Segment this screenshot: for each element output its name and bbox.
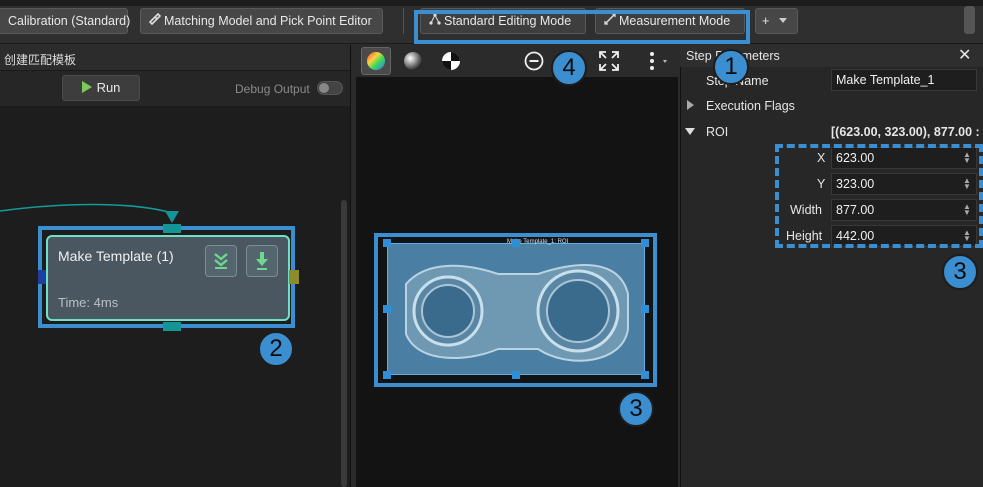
roi-handle-top-right[interactable]: [641, 239, 649, 247]
wrench-icon: [148, 9, 162, 33]
color-map-button[interactable]: [361, 47, 391, 75]
toolbar-separator: [403, 8, 404, 34]
roi-handle-left[interactable]: [383, 305, 391, 313]
node-time: Time: 4ms: [58, 295, 119, 310]
calibration-button[interactable]: Calibration (Standard): [0, 8, 131, 34]
node-input-port[interactable]: [163, 224, 181, 233]
callout-4: 4: [551, 50, 587, 86]
roi-handle-top[interactable]: [512, 239, 520, 247]
debug-output-label: Debug Output: [235, 82, 310, 96]
part-image: [405, 264, 629, 362]
expand-icon: [599, 51, 619, 71]
roi-handle-bottom[interactable]: [512, 371, 520, 379]
node-title: Make Template (1): [58, 248, 174, 264]
calibration-button-label: Calibration (Standard): [8, 14, 131, 28]
fit-to-screen-button[interactable]: [597, 49, 621, 73]
debug-output-toggle[interactable]: [317, 81, 343, 95]
download-icon: [256, 252, 268, 270]
roi-handle-bottom-right[interactable]: [641, 371, 649, 379]
run-button[interactable]: Run: [62, 75, 140, 101]
node-right-port[interactable]: [289, 270, 299, 284]
flow-panel-title: 创建匹配模板: [4, 53, 77, 67]
more-vertical-icon: [650, 52, 667, 70]
close-icon[interactable]: ✕: [958, 45, 971, 65]
node-left-port[interactable]: [38, 270, 46, 284]
grayscale-button[interactable]: [401, 49, 425, 73]
callout-3-viewer: 3: [618, 391, 654, 427]
node-output-port[interactable]: [163, 322, 181, 331]
callout-1: 1: [713, 49, 749, 85]
chevron-down-icon: [778, 18, 787, 23]
mode-buttons-highlight: [414, 10, 750, 44]
play-icon: [81, 81, 92, 93]
run-label: Run: [96, 80, 121, 95]
color-wheel-icon: [367, 52, 385, 70]
step-name-field[interactable]: Make Template_1: [831, 69, 977, 91]
callout-2: 2: [258, 331, 294, 367]
flow-panel-scrollbar[interactable]: [341, 200, 347, 487]
roi-label: ROI: [706, 125, 729, 139]
roi-fields-highlight: [775, 144, 983, 248]
expand-arrow-icon[interactable]: [687, 100, 694, 110]
grayscale-sphere-icon: [404, 52, 422, 70]
viewer-more-button[interactable]: [642, 49, 672, 73]
roi-rectangle[interactable]: [387, 243, 645, 375]
roi-handle-right[interactable]: [641, 305, 649, 313]
double-chevron-down-icon: [214, 253, 228, 269]
matching-model-editor-button[interactable]: Matching Model and Pick Point Editor: [140, 8, 383, 34]
contrast-button[interactable]: [439, 49, 463, 73]
zoom-out-icon: [524, 51, 544, 71]
roi-handle-top-left[interactable]: [383, 239, 391, 247]
roi-summary: [(623.00, 323.00), 877.00 :: [831, 125, 980, 139]
node-collapse-button[interactable]: [205, 245, 237, 277]
add-view-button[interactable]: +: [755, 8, 798, 34]
node-download-button[interactable]: [246, 245, 278, 277]
collapse-arrow-icon[interactable]: [685, 128, 695, 135]
matching-model-editor-label: Matching Model and Pick Point Editor: [164, 14, 372, 28]
zoom-out-button[interactable]: [522, 49, 546, 73]
roi-handle-bottom-left[interactable]: [383, 371, 391, 379]
toolbar-scrollbar[interactable]: [964, 6, 975, 34]
contrast-icon: [442, 52, 460, 70]
toggle-knob: [319, 83, 329, 93]
callout-3-properties: 3: [942, 254, 978, 290]
add-label: +: [762, 14, 770, 28]
execution-flags-label: Execution Flags: [706, 99, 795, 113]
